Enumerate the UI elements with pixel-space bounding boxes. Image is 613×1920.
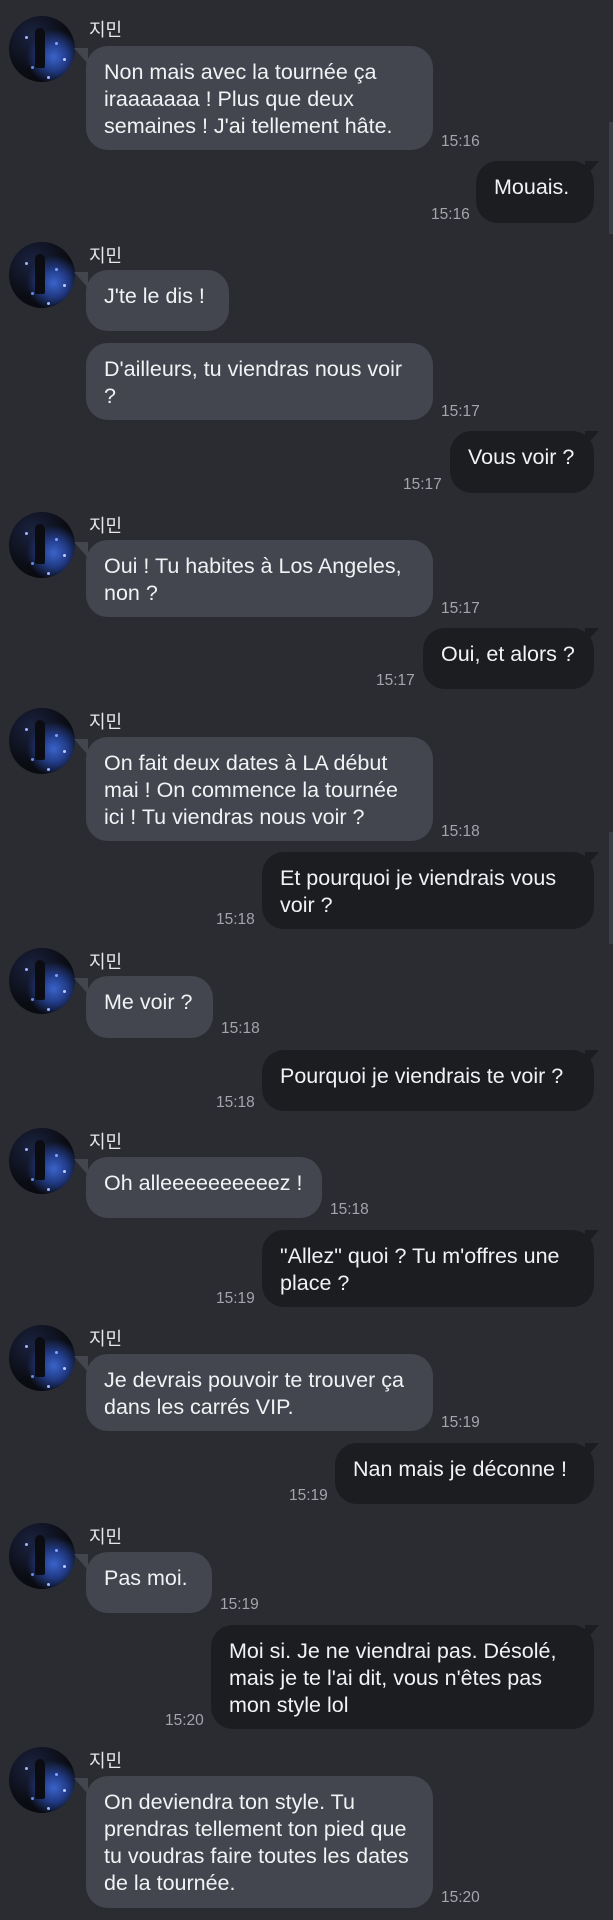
contact-name: 지민 [89,1132,123,1153]
chat-thread[interactable]: 지민 Non mais avec la tournée ça iraaaaaaa… [0,0,613,1920]
contact-name: 지민 [89,1527,123,1548]
contact-name: 지민 [89,516,123,537]
message-time: 15:19 [216,1290,255,1307]
message-time: 15:17 [441,403,480,420]
contact-name: 지민 [89,952,123,973]
message-bubble[interactable]: "Allez" quoi ? Tu m'offres une place ? [262,1230,594,1307]
contact-avatar[interactable] [9,242,75,308]
contact-name: 지민 [89,1751,123,1772]
contact-name: 지민 [89,712,123,733]
message-time: 15:18 [441,823,480,840]
message-time: 15:18 [221,1020,260,1037]
message-bubble[interactable]: Mouais. [476,161,594,223]
message-time: 15:20 [165,1712,204,1729]
message-time: 15:16 [431,206,470,223]
message-bubble[interactable]: Moi si. Je ne viendrai pas. Désolé, mais… [211,1625,594,1729]
message-bubble[interactable]: Oh alleeeeeeeeeez ! [86,1157,322,1218]
contact-avatar[interactable] [9,1523,75,1589]
contact-name: 지민 [89,246,123,267]
contact-avatar[interactable] [9,1325,75,1391]
contact-name: 지민 [89,20,123,41]
message-bubble[interactable]: Oui ! Tu habites à Los Angeles, non ? [86,540,433,617]
message-bubble[interactable]: D'ailleurs, tu viendras nous voir ? [86,343,433,420]
message-time: 15:17 [441,600,480,617]
message-bubble[interactable]: On deviendra ton style. Tu prendras tell… [86,1776,433,1908]
message-time: 15:18 [330,1201,369,1218]
message-bubble[interactable]: Me voir ? [86,976,213,1038]
message-time: 15:19 [441,1414,480,1431]
scrollbar[interactable] [609,832,613,944]
message-bubble[interactable]: On fait deux dates à LA début mai ! On c… [86,737,433,841]
contact-avatar[interactable] [9,512,75,578]
message-bubble[interactable]: Vous voir ? [450,431,594,493]
contact-avatar[interactable] [9,1747,75,1813]
message-time: 15:18 [216,1094,255,1111]
contact-avatar[interactable] [9,948,75,1014]
contact-name: 지민 [89,1329,123,1350]
message-time: 15:19 [220,1596,259,1613]
message-time: 15:16 [441,133,480,150]
contact-avatar[interactable] [9,1128,75,1194]
message-bubble[interactable]: J'te le dis ! [86,270,229,331]
scrollbar[interactable] [609,122,613,234]
message-bubble[interactable]: Je devrais pouvoir te trouver ça dans le… [86,1354,433,1431]
message-time: 15:19 [289,1487,328,1504]
message-bubble[interactable]: Oui, et alors ? [423,628,594,689]
message-time: 15:17 [376,672,415,689]
message-bubble[interactable]: Nan mais je déconne ! [335,1443,594,1504]
contact-avatar[interactable] [9,16,75,82]
message-time: 15:20 [441,1889,480,1906]
message-bubble[interactable]: Pourquoi je viendrais te voir ? [262,1050,594,1111]
message-time: 15:17 [403,476,442,493]
message-time: 15:18 [216,911,255,928]
contact-avatar[interactable] [9,708,75,774]
message-bubble[interactable]: Et pourquoi je viendrais vous voir ? [262,852,594,929]
message-bubble[interactable]: Pas moi. [86,1552,212,1613]
message-bubble[interactable]: Non mais avec la tournée ça iraaaaaaa ! … [86,46,433,150]
